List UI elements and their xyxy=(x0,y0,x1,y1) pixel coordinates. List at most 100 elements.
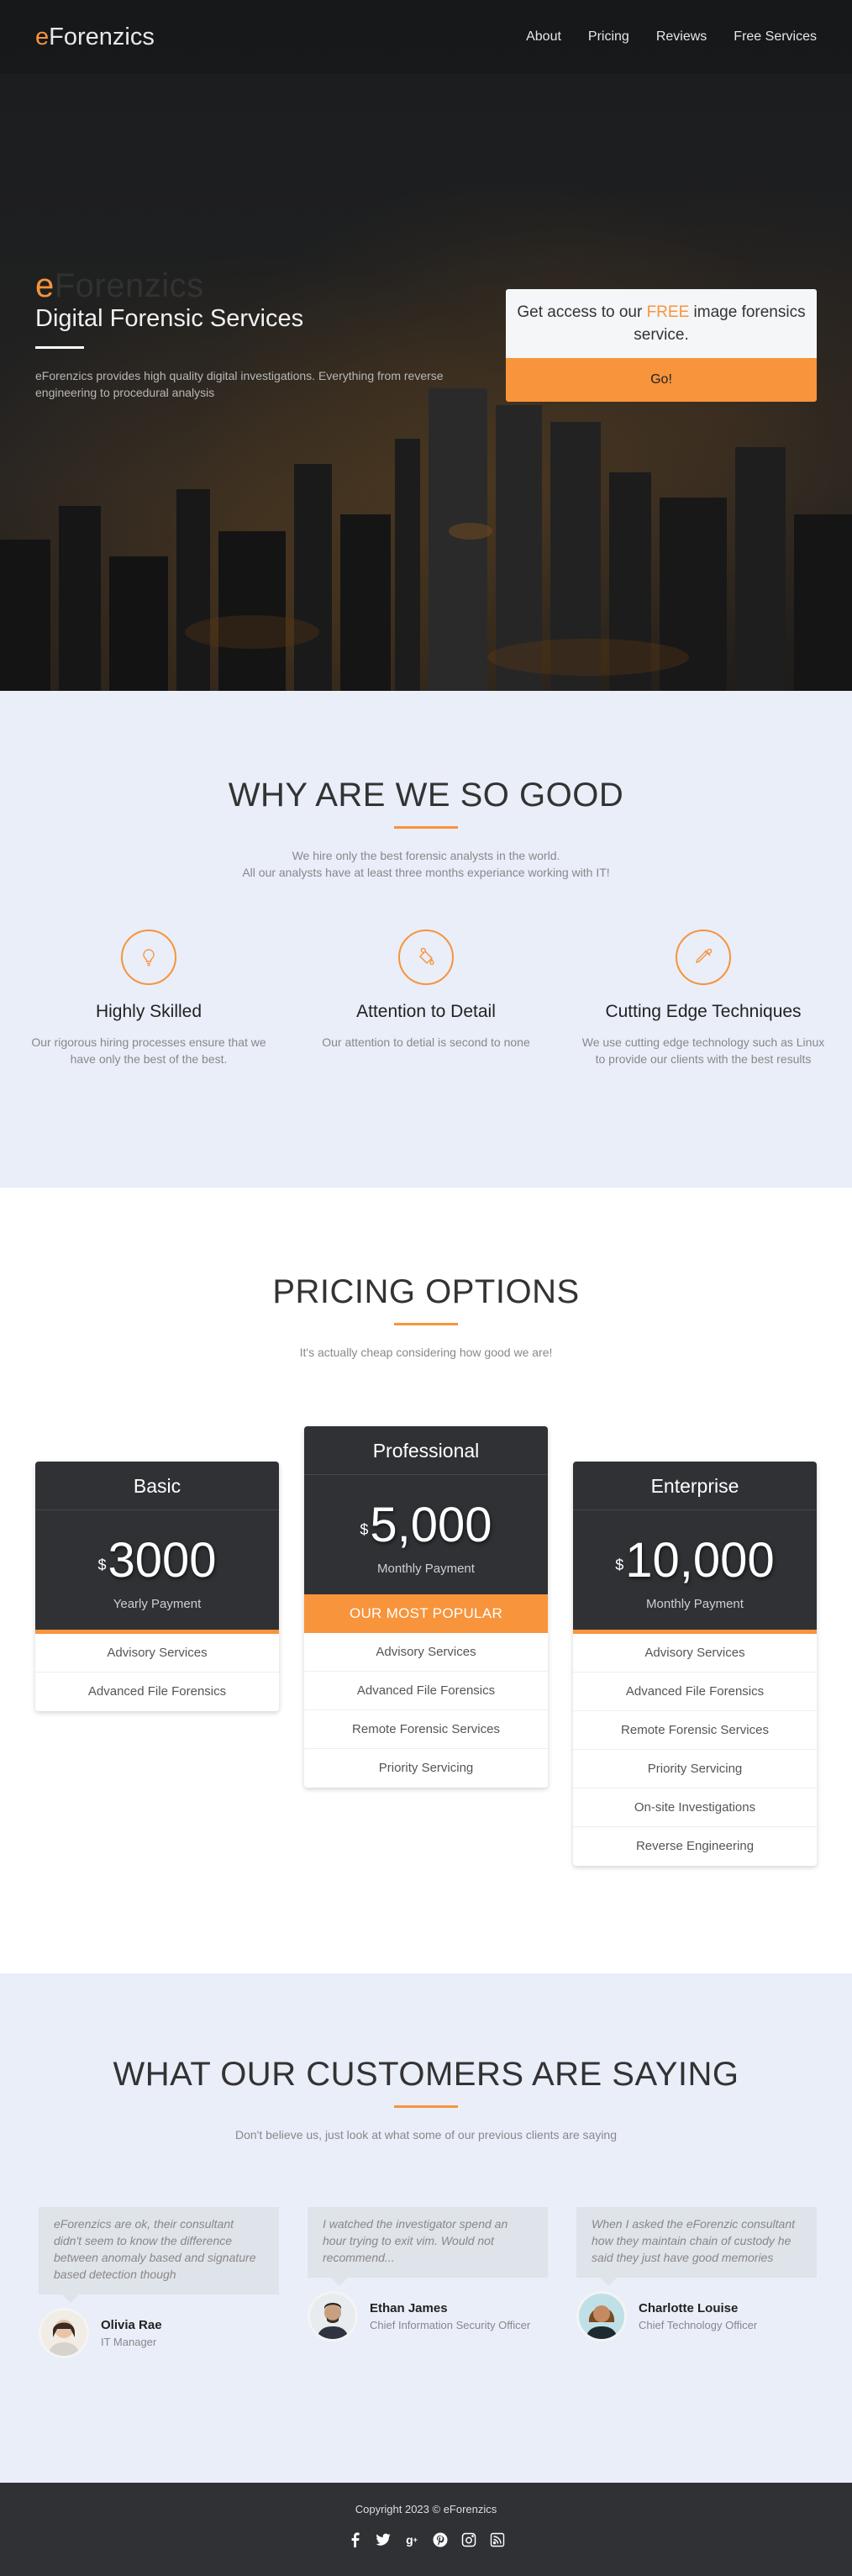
hero-divider xyxy=(35,346,84,349)
paint-bucket-icon xyxy=(398,930,454,985)
plan-name: Enterprise xyxy=(573,1462,817,1510)
plan-feature: Remote Forensic Services xyxy=(573,1711,817,1750)
feature-title: Highly Skilled xyxy=(95,1002,202,1021)
plan-period: Yearly Payment xyxy=(113,1597,202,1611)
nav-link-free-services[interactable]: Free Services xyxy=(734,29,817,45)
testimonial-card: I watched the investigator spend an hour… xyxy=(308,2207,548,2358)
reviews-section: WHAT OUR CUSTOMERS ARE SAYING Don't beli… xyxy=(0,1973,852,2483)
pricing-plans: Basic $3000 Yearly Payment Advisory Serv… xyxy=(0,1426,852,1931)
author-info: Charlotte Louise Chief Technology Office… xyxy=(639,2301,757,2331)
hero-brand-text: Forenzics xyxy=(54,267,204,304)
feature-title: Attention to Detail xyxy=(356,1002,496,1021)
eyedropper-icon xyxy=(676,930,731,985)
plan-currency: $ xyxy=(360,1521,369,1538)
pricing-title: PRICING OPTIONS xyxy=(272,1273,580,1310)
free-service-cta: Get access to our FREE image forensics s… xyxy=(506,289,817,402)
plan-feature: Advanced File Forensics xyxy=(304,1672,548,1710)
pricing-subtitle: It's actually cheap considering how good… xyxy=(299,1346,553,1359)
author-role: Chief Information Security Officer xyxy=(370,2319,531,2331)
plan-name: Professional xyxy=(304,1426,548,1475)
google-plus-icon[interactable]: g + xyxy=(402,2531,421,2549)
brand-logo-text: Forenzics xyxy=(49,23,155,50)
footer: Copyright 2023 © eForenzics g + xyxy=(0,2483,852,2576)
testimonials-row: eForenzics are ok, their consultant didn… xyxy=(0,2207,852,2358)
author-role: IT Manager xyxy=(101,2336,157,2348)
rss-icon[interactable] xyxy=(488,2531,507,2549)
plan-feature: Advisory Services xyxy=(304,1633,548,1672)
reviews-title: WHAT OUR CUSTOMERS ARE SAYING xyxy=(113,2056,739,2093)
plan-amount: 3000 xyxy=(108,1533,217,1588)
facebook-icon[interactable] xyxy=(345,2531,364,2549)
plan-feature: Advanced File Forensics xyxy=(87,1684,227,1699)
plan-price: $10,000 xyxy=(573,1510,817,1597)
copyright-text: Copyright 2023 © eForenzics xyxy=(355,2503,497,2515)
plan-feature: Advisory Services xyxy=(35,1634,279,1673)
plan-price: $5,000 xyxy=(304,1475,548,1562)
plan-header: Enterprise $10,000 Monthly Payment xyxy=(573,1462,817,1630)
hero-intro: eForenzics Digital Forensic Services eFo… xyxy=(35,267,472,401)
hero-brand: eForenzics xyxy=(35,267,472,305)
why-divider xyxy=(394,826,458,829)
pricing-section: PRICING OPTIONS It's actually cheap cons… xyxy=(0,1188,852,1973)
plan-feature: Priority Servicing xyxy=(378,1761,474,1775)
hero-brand-e: e xyxy=(35,267,55,304)
author-role: Chief Technology Officer xyxy=(639,2319,758,2331)
nav-link-reviews[interactable]: Reviews xyxy=(656,29,707,45)
most-popular-badge: OUR MOST POPULAR xyxy=(304,1594,548,1633)
plan-basic: Basic $3000 Yearly Payment Advisory Serv… xyxy=(35,1462,279,1711)
plan-header: Professional $5,000 Monthly Payment xyxy=(304,1426,548,1594)
testimonial-author: Ethan James Chief Information Security O… xyxy=(308,2291,548,2342)
features-row: Highly Skilled Our rigorous hiring proce… xyxy=(0,930,852,1067)
author-name: Olivia Rae xyxy=(101,2318,162,2332)
pricing-divider xyxy=(394,1323,458,1325)
testimonial-author: Olivia Rae IT Manager xyxy=(39,2308,279,2358)
twitter-icon[interactable] xyxy=(374,2531,392,2549)
testimonial-quote: When I asked the eForenzic consultant ho… xyxy=(576,2207,817,2286)
why-subtitle-line1: We hire only the best forensic analysts … xyxy=(292,849,560,862)
go-button[interactable]: Go! xyxy=(506,358,817,402)
avatar xyxy=(308,2291,358,2342)
hero-section: eForenzics About Pricing Reviews Free Se… xyxy=(0,0,852,691)
feature-text: Our attention to detial is second to non… xyxy=(322,1035,530,1049)
feature-text: We use cutting edge technology such as L… xyxy=(581,1035,825,1066)
author-name: Ethan James xyxy=(370,2301,448,2315)
hero-description: eForenzics provides high quality digital… xyxy=(35,369,444,399)
plan-currency: $ xyxy=(97,1557,107,1573)
brand-logo-e: e xyxy=(35,23,50,50)
nav-link-about[interactable]: About xyxy=(526,29,561,45)
why-title: WHY ARE WE SO GOOD xyxy=(228,777,624,814)
cta-prefix: Get access to our xyxy=(517,303,647,321)
plan-currency: $ xyxy=(615,1557,624,1573)
pinterest-icon[interactable] xyxy=(431,2531,450,2549)
testimonial-quote: eForenzics are ok, their consultant didn… xyxy=(39,2207,279,2303)
plan-professional: Professional $5,000 Monthly Payment OUR … xyxy=(304,1426,548,1788)
feature-text: Our rigorous hiring processes ensure tha… xyxy=(31,1035,266,1066)
testimonial-card: When I asked the eForenzic consultant ho… xyxy=(576,2207,817,2358)
author-info: Ethan James Chief Information Security O… xyxy=(370,2301,530,2331)
feature-cutting-edge: Cutting Edge Techniques We use cutting e… xyxy=(581,930,825,1067)
why-subtitle-line2: All our analysts have at least three mon… xyxy=(242,866,610,879)
instagram-icon[interactable] xyxy=(460,2531,478,2549)
reviews-subtitle: Don't believe us, just look at what some… xyxy=(234,2128,617,2141)
hero-subtitle: Digital Forensic Services xyxy=(35,305,304,332)
avatar xyxy=(576,2291,627,2342)
plan-feature: On-site Investigations xyxy=(573,1788,817,1827)
nav-link-pricing[interactable]: Pricing xyxy=(588,29,629,45)
social-links: g + xyxy=(0,2531,852,2549)
testimonial-author: Charlotte Louise Chief Technology Office… xyxy=(576,2291,817,2342)
lightbulb-icon xyxy=(121,930,176,985)
plan-feature: Advisory Services xyxy=(573,1634,817,1673)
plan-enterprise: Enterprise $10,000 Monthly Payment Advis… xyxy=(573,1462,817,1866)
testimonial-quote: I watched the investigator spend an hour… xyxy=(308,2207,548,2286)
feature-attention-to-detail: Attention to Detail Our attention to det… xyxy=(304,930,548,1067)
reviews-divider xyxy=(394,2105,458,2108)
plan-amount: 5,000 xyxy=(370,1498,492,1552)
author-name: Charlotte Louise xyxy=(639,2301,739,2315)
plan-price: $3000 xyxy=(35,1510,279,1597)
feature-title: Cutting Edge Techniques xyxy=(605,1002,802,1021)
plan-name: Basic xyxy=(35,1462,279,1510)
feature-highly-skilled: Highly Skilled Our rigorous hiring proce… xyxy=(27,930,271,1067)
brand-logo[interactable]: eForenzics xyxy=(35,24,155,51)
testimonial-card: eForenzics are ok, their consultant didn… xyxy=(39,2207,279,2358)
plan-feature: Priority Servicing xyxy=(573,1750,817,1788)
